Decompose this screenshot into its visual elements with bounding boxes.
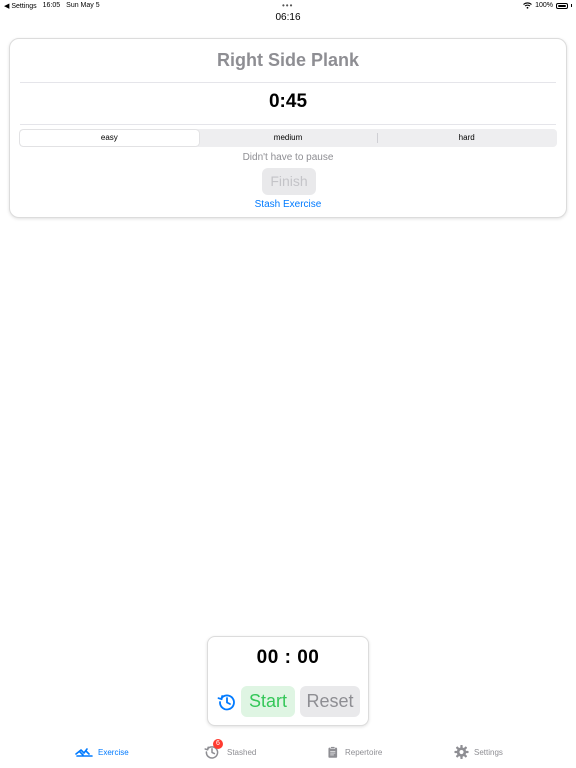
tab-bar: Exercise 6 Stashed Repertoire Settings — [0, 735, 576, 768]
exercise-duration: 0:45 — [268, 91, 308, 112]
battery-icon — [556, 2, 568, 9]
status-time: 16:05 — [42, 2, 61, 9]
battery-nub — [571, 4, 572, 7]
divider — [20, 82, 556, 83]
exercise-card: Right Side Plank 0:45 easy medium hard D… — [9, 38, 567, 218]
tab-settings[interactable]: Settings — [454, 744, 503, 760]
segment-easy[interactable]: easy — [20, 130, 199, 146]
wifi-icon — [523, 2, 532, 9]
exercise-icon — [75, 748, 93, 757]
segment-hard[interactable]: hard — [377, 130, 556, 146]
status-bar: ◀ Settings 16:05 Sun May 5 ••• 100% — [0, 0, 576, 12]
divider — [20, 124, 556, 125]
tab-stashed[interactable]: 6 Stashed — [204, 739, 257, 760]
tab-label: Settings — [474, 747, 503, 757]
start-button[interactable]: Start — [241, 686, 295, 717]
history-icon[interactable] — [217, 692, 237, 712]
tab-label: Repertoire — [345, 747, 383, 757]
multitasking-dots[interactable]: ••• — [282, 1, 293, 10]
timer-panel: 00 : 00 Start Reset — [207, 636, 369, 726]
stashed-icon-wrap: 6 — [204, 739, 223, 760]
timer-display: 00 : 00 — [256, 647, 320, 668]
tab-repertoire[interactable]: Repertoire — [327, 744, 382, 760]
segment-medium[interactable]: medium — [199, 130, 378, 146]
battery-percent: 100% — [535, 2, 553, 9]
tab-exercise[interactable]: Exercise — [75, 744, 129, 760]
gear-icon — [454, 744, 469, 760]
status-date: Sun May 5 — [66, 2, 100, 9]
status-right: 100% — [523, 2, 572, 9]
stashed-count-badge: 6 — [213, 739, 223, 749]
clipboard-icon — [328, 746, 338, 758]
reset-button[interactable]: Reset — [300, 686, 360, 717]
difficulty-segmented-control[interactable]: easy medium hard — [19, 129, 557, 147]
exercise-title: Right Side Plank — [216, 50, 360, 70]
tab-label: Stashed — [227, 747, 257, 757]
back-to-settings-link[interactable]: ◀ Settings — [4, 2, 37, 10]
stash-exercise-button[interactable]: Stash Exercise — [10, 199, 566, 210]
pause-status-text: Didn't have to pause — [242, 152, 334, 163]
tab-label: Exercise — [98, 747, 129, 757]
elapsed-clock: 06:16 — [275, 12, 301, 23]
finish-button[interactable]: Finish — [262, 168, 316, 195]
status-left: ◀ Settings 16:05 Sun May 5 — [4, 2, 100, 10]
